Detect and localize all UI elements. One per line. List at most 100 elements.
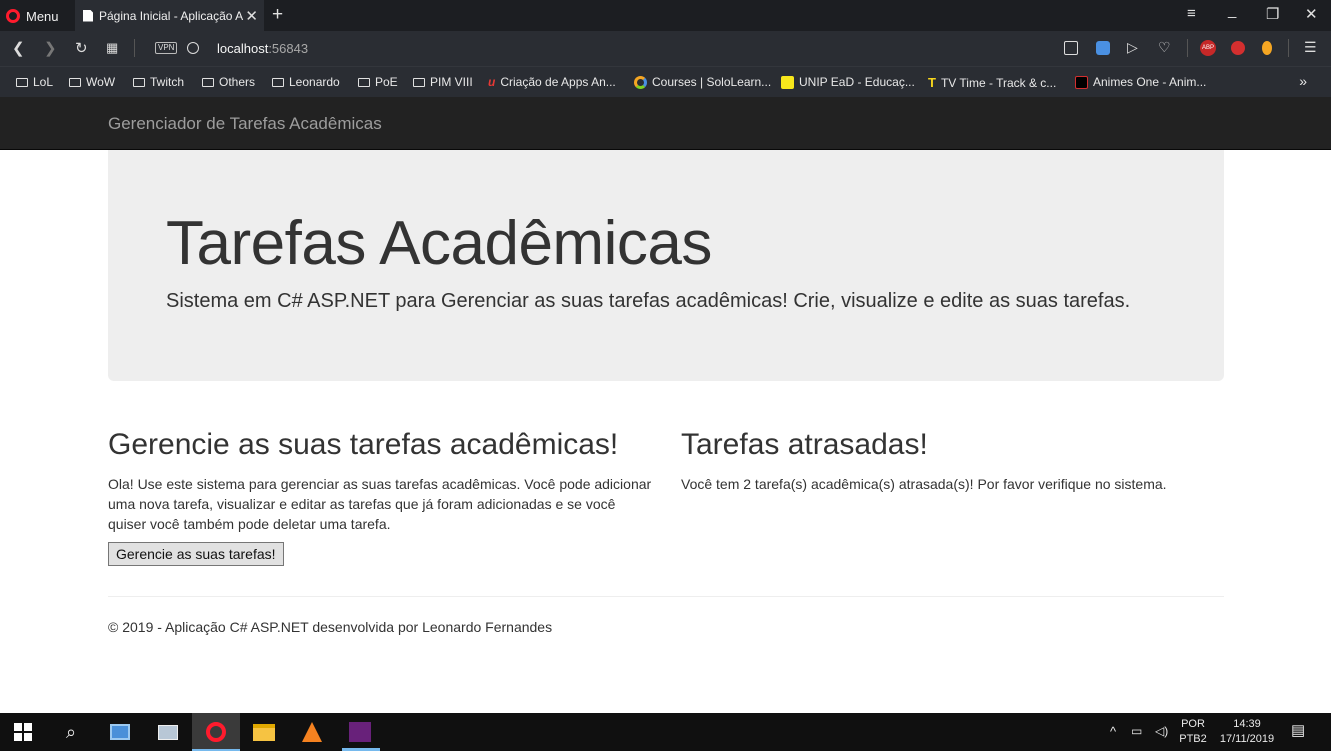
site-brand-link[interactable]: Gerenciador de Tarefas Acadêmicas — [108, 114, 382, 134]
adblock-icon[interactable]: ABP — [1200, 40, 1216, 56]
globe-icon — [187, 42, 199, 54]
ublock-icon[interactable] — [1231, 41, 1245, 55]
divider — [134, 39, 135, 57]
extension-icon[interactable] — [1262, 41, 1272, 55]
footer-text: © 2019 - Aplicação C# ASP.NET desenvolvi… — [108, 619, 553, 635]
folder-icon — [358, 77, 370, 87]
udemy-icon: u — [488, 75, 496, 89]
folder-icon — [133, 77, 145, 87]
bookmark-label: Criação de Apps An... — [500, 75, 616, 89]
volume-icon[interactable]: ◁) — [1155, 724, 1168, 739]
folder-icon — [272, 77, 284, 87]
bookmark-folder-wow[interactable]: WoW — [69, 75, 115, 89]
visual-studio-icon[interactable] — [347, 719, 373, 745]
clock-time: 14:39 — [1233, 718, 1261, 730]
heart-icon[interactable]: ♡ — [1158, 39, 1172, 55]
folder-icon — [69, 77, 81, 87]
bookmark-animes-one[interactable]: Animes One - Anim... — [1075, 75, 1206, 89]
vpn-badge[interactable]: VPN — [155, 42, 178, 54]
url-field[interactable]: localhost:56843 — [217, 41, 308, 56]
manage-tasks-button[interactable]: Gerencie as suas tarefas! — [108, 542, 284, 566]
tab-title: Página Inicial - Aplicação A — [99, 8, 244, 23]
page-title: Tarefas Acadêmicas — [166, 209, 712, 278]
minimize-icon[interactable]: _ — [1228, 2, 1236, 19]
tvtime-icon: T — [928, 75, 936, 90]
notifications-icon[interactable]: ▤ — [1291, 723, 1305, 738]
easy-setup-icon[interactable]: ☰ — [1304, 39, 1318, 55]
bookmark-label: Leonardo — [289, 75, 340, 89]
menu-label: Menu — [26, 8, 59, 24]
send-icon[interactable]: ▷ — [1127, 39, 1141, 55]
bookmark-folder-twitch[interactable]: Twitch — [133, 75, 184, 89]
network-icon[interactable]: ▭ — [1131, 724, 1142, 739]
file-explorer-icon[interactable] — [251, 719, 277, 745]
bookmark-criacao-apps[interactable]: u Criação de Apps An... — [488, 75, 616, 89]
address-bar: ❮ ❯ ↻ ▦ VPN localhost:56843 ▷ ♡ ABP ☰ — [0, 31, 1331, 66]
language-code: POR — [1181, 718, 1205, 730]
new-tab-icon[interactable]: + — [272, 4, 283, 26]
close-window-icon[interactable]: ✕ — [1305, 5, 1318, 23]
opera-menu-button[interactable]: Menu — [6, 6, 59, 26]
late-tasks-text: Você tem 2 tarefa(s) acadêmica(s) atrasa… — [681, 476, 1167, 492]
bookmark-label: Animes One - Anim... — [1093, 75, 1207, 89]
manage-text: Ola! Use este sistema para gerenciar as … — [108, 476, 652, 532]
unip-icon — [781, 75, 794, 89]
site-navbar: Gerenciador de Tarefas Acadêmicas — [0, 97, 1331, 150]
folder-icon — [16, 77, 28, 87]
reload-icon[interactable]: ↻ — [75, 39, 88, 57]
bookmark-folder-leonardo[interactable]: Leonardo — [272, 75, 340, 89]
bookmark-unip[interactable]: UNIP EaD - Educaç... — [781, 75, 915, 89]
speed-dial-icon[interactable]: ▦ — [106, 40, 118, 56]
search-icon[interactable]: ⌕ — [58, 719, 84, 745]
page-lead: Sistema em C# ASP.NET para Gerenciar as … — [166, 290, 1131, 312]
bookmark-label: WoW — [86, 75, 116, 89]
folder-icon — [202, 77, 214, 87]
close-tab-icon[interactable]: ✕ — [245, 7, 258, 25]
bookmark-label: TV Time - Track & c... — [940, 75, 1057, 90]
manage-heading: Gerencie as suas tarefas acadêmicas! — [108, 428, 619, 461]
opera-logo-icon — [6, 9, 20, 23]
opera-taskbar-icon[interactable] — [203, 719, 229, 745]
bookmark-label: PoE — [375, 75, 398, 89]
bookmark-label: UNIP EaD - Educaç... — [799, 75, 915, 89]
computer-icon[interactable] — [155, 719, 181, 745]
windows-start-icon[interactable] — [10, 719, 36, 745]
late-tasks-heading: Tarefas atrasadas! — [681, 428, 928, 461]
tab-menu-icon[interactable]: ≡ — [1187, 5, 1196, 22]
back-icon[interactable]: ❮ — [12, 39, 25, 57]
url-host: localhost — [217, 41, 269, 56]
snapshot-icon[interactable] — [1064, 41, 1078, 55]
clock-date: 17/11/2019 — [1219, 733, 1275, 745]
footer-divider — [108, 596, 1224, 597]
bookmarks-more-icon[interactable]: » — [1299, 73, 1307, 89]
language-indicator[interactable]: POR PTB2 — [1178, 717, 1208, 747]
animes-one-icon — [1075, 75, 1088, 89]
bookmark-folder-lol[interactable]: LoL — [16, 75, 53, 89]
browser-tab-active[interactable]: Página Inicial - Aplicação A ✕ — [75, 0, 264, 31]
manage-section: Gerencie as suas tarefas acadêmicas! Ola… — [108, 428, 653, 566]
restore-icon[interactable]: ❐ — [1266, 5, 1279, 23]
bookmark-label: Twitch — [150, 75, 185, 89]
folder-icon — [413, 77, 425, 87]
page-icon — [83, 9, 93, 22]
bookmark-sololearn[interactable]: Courses | SoloLearn... — [634, 75, 771, 89]
bookmark-label: PIM VIII — [430, 75, 473, 89]
bookmark-folder-pim[interactable]: PIM VIII — [413, 75, 473, 89]
sololearn-icon — [634, 75, 647, 89]
extension-shield-icon[interactable] — [1096, 41, 1110, 55]
jumbotron: Tarefas Acadêmicas Sistema em C# ASP.NET… — [108, 150, 1224, 381]
bookmark-label: Courses | SoloLearn... — [652, 75, 772, 89]
vlc-icon[interactable] — [299, 719, 325, 745]
bookmarks-bar: LoL WoW Twitch Others Leonardo PoE PIM V… — [0, 66, 1331, 97]
remote-desktop-icon[interactable] — [107, 719, 133, 745]
url-port: :56843 — [268, 41, 309, 56]
bookmark-tvtime[interactable]: T TV Time - Track & c... — [928, 75, 1056, 90]
browser-tab-strip: Menu Página Inicial - Aplicação A ✕ + ≡ … — [0, 0, 1331, 31]
clock[interactable]: 14:39 17/11/2019 — [1214, 717, 1280, 747]
bookmark-folder-poe[interactable]: PoE — [358, 75, 398, 89]
bookmark-folder-others[interactable]: Others — [202, 75, 255, 89]
bookmark-label: LoL — [33, 75, 54, 89]
forward-icon[interactable]: ❯ — [44, 39, 57, 57]
tray-chevron-icon[interactable]: ^ — [1110, 724, 1116, 739]
windows-taskbar: ⌕ ^ ▭ ◁) POR PTB2 14:39 17/11/2019 ▤ — [0, 713, 1331, 751]
